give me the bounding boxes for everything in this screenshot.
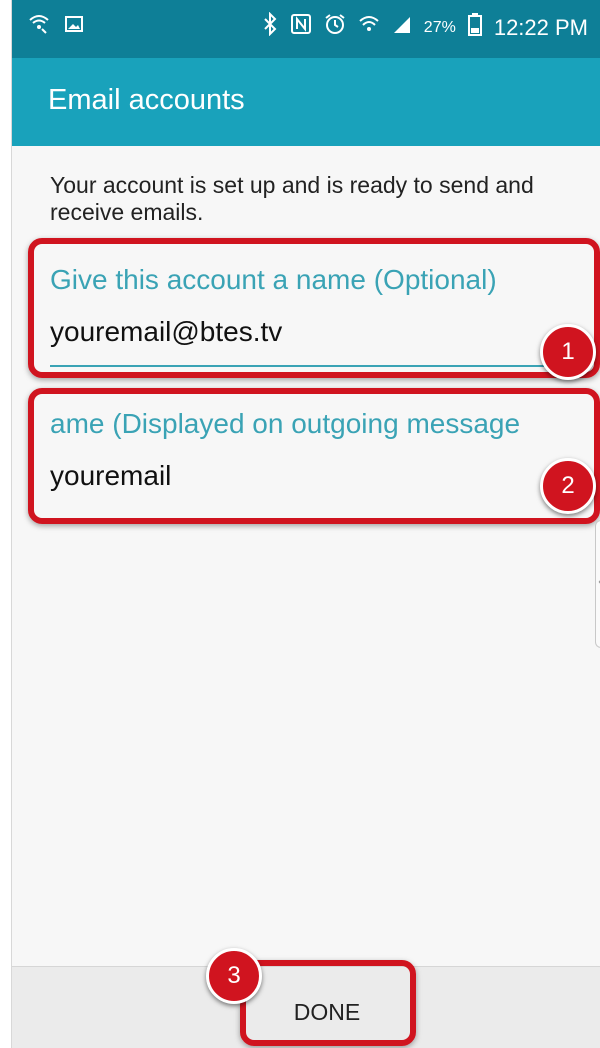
- image-icon: [64, 12, 84, 42]
- callout-badge-3: 3: [206, 948, 262, 1004]
- app-bar: Email accounts: [12, 58, 600, 146]
- battery-icon: [467, 12, 482, 44]
- side-panel-handle[interactable]: ‹: [595, 520, 600, 648]
- phone-screen: 27% 12:22 PM Email accounts Your account…: [12, 0, 600, 1048]
- clock: 12:22 PM: [493, 15, 588, 40]
- setup-complete-message: Your account is set up and is ready to s…: [50, 172, 534, 225]
- nfc-icon: [290, 13, 312, 43]
- wifi-icon: [358, 13, 380, 43]
- wifi-call-icon: [28, 12, 50, 42]
- page-title: Email accounts: [48, 84, 245, 116]
- battery-percentage: 27%: [423, 19, 456, 36]
- status-bar: 27% 12:22 PM: [12, 0, 600, 58]
- callout-box-1: [28, 238, 600, 378]
- signal-icon: [392, 13, 412, 43]
- bluetooth-icon: [262, 11, 278, 44]
- callout-badge-1: 1: [540, 324, 596, 380]
- callout-box-2: [28, 388, 600, 524]
- callout-badge-2: 2: [540, 458, 596, 514]
- alarm-icon: [324, 13, 346, 43]
- callout-box-3: [240, 960, 416, 1046]
